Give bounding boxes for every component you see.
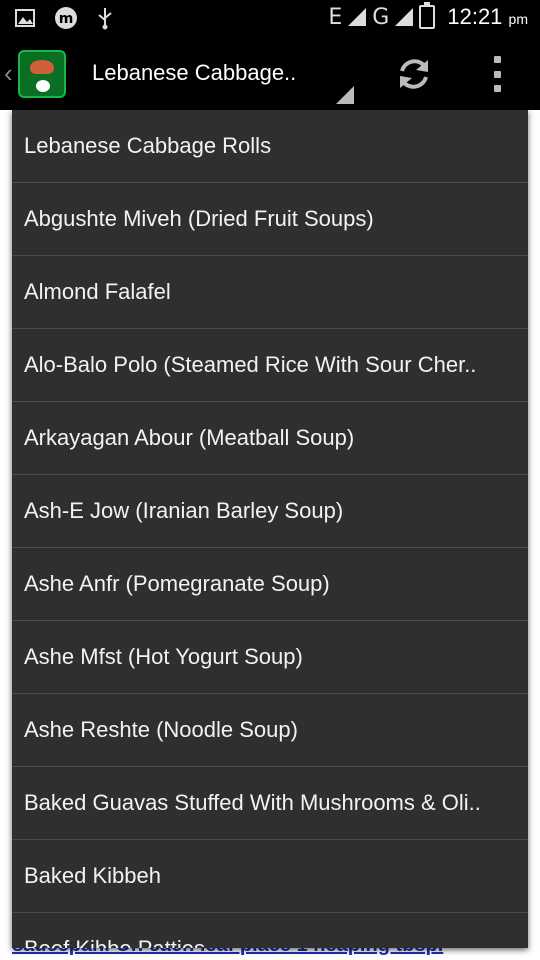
- svg-text:m: m: [59, 11, 74, 27]
- usb-icon: [98, 8, 112, 30]
- list-item[interactable]: Almond Falafel: [12, 256, 528, 329]
- list-item[interactable]: Abgushte Miveh (Dried Fruit Soups): [12, 183, 528, 256]
- list-item-label: Almond Falafel: [24, 279, 171, 304]
- overflow-menu-icon[interactable]: [492, 56, 502, 92]
- m-logo-icon: m: [55, 7, 77, 29]
- clock-ampm: pm: [508, 11, 528, 27]
- list-item[interactable]: Lebanese Cabbage Rolls: [12, 110, 528, 183]
- list-item-label: Baked Guavas Stuffed With Mushrooms & Ol…: [24, 790, 481, 815]
- list-item[interactable]: Alo-Balo Polo (Steamed Rice With Sour Ch…: [12, 329, 528, 402]
- status-bar: m E G 12:21 pm: [0, 0, 540, 38]
- list-item-label: Beef Kibbe Patties: [24, 936, 205, 948]
- list-item[interactable]: Ashe Reshte (Noodle Soup): [12, 694, 528, 767]
- recipe-dropdown-list[interactable]: Lebanese Cabbage Rolls Abgushte Miveh (D…: [12, 110, 528, 948]
- list-item[interactable]: Baked Guavas Stuffed With Mushrooms & Ol…: [12, 767, 528, 840]
- network-type-g: G: [372, 4, 390, 30]
- action-bar: ‹ Lebanese Cabbage..: [0, 38, 540, 110]
- list-item[interactable]: Ashe Anfr (Pomegranate Soup): [12, 548, 528, 621]
- list-item[interactable]: Ash-E Jow (Iranian Barley Soup): [12, 475, 528, 548]
- list-item-label: Ash-E Jow (Iranian Barley Soup): [24, 498, 344, 523]
- network-type-e: E: [328, 4, 343, 30]
- image-icon: [15, 9, 35, 27]
- list-item[interactable]: Baked Kibbeh: [12, 840, 528, 913]
- list-item[interactable]: Beef Kibbe Patties: [12, 913, 528, 948]
- status-left-icons: m: [14, 6, 114, 30]
- signal-icon: [395, 8, 414, 26]
- list-item-label: Baked Kibbeh: [24, 863, 161, 888]
- spinner-dropdown-indicator-icon[interactable]: [336, 86, 354, 104]
- list-item[interactable]: Ashe Mfst (Hot Yogurt Soup): [12, 621, 528, 694]
- list-item-label: Abgushte Miveh (Dried Fruit Soups): [24, 206, 374, 231]
- list-item-label: Ashe Reshte (Noodle Soup): [24, 717, 298, 742]
- clock-time: 12:21: [447, 4, 503, 29]
- list-item-label: Alo-Balo Polo (Steamed Rice With Sour Ch…: [24, 352, 477, 377]
- battery-icon: [419, 2, 436, 29]
- app-logo-icon[interactable]: [18, 50, 66, 98]
- status-right: E G 12:21 pm: [328, 2, 528, 30]
- list-item-label: Arkayagan Abour (Meatball Soup): [24, 425, 355, 450]
- clock: 12:21 pm: [447, 4, 528, 30]
- list-item[interactable]: Arkayagan Abour (Meatball Soup): [12, 402, 528, 475]
- refresh-icon[interactable]: [394, 54, 434, 94]
- signal-icon: [348, 8, 367, 26]
- back-chevron-icon[interactable]: ‹: [4, 58, 13, 89]
- list-item-label: Lebanese Cabbage Rolls: [24, 133, 272, 158]
- list-item-label: Ashe Anfr (Pomegranate Soup): [24, 571, 330, 596]
- list-item-label: Ashe Mfst (Hot Yogurt Soup): [24, 644, 303, 669]
- recipe-spinner-title[interactable]: Lebanese Cabbage..: [92, 60, 296, 86]
